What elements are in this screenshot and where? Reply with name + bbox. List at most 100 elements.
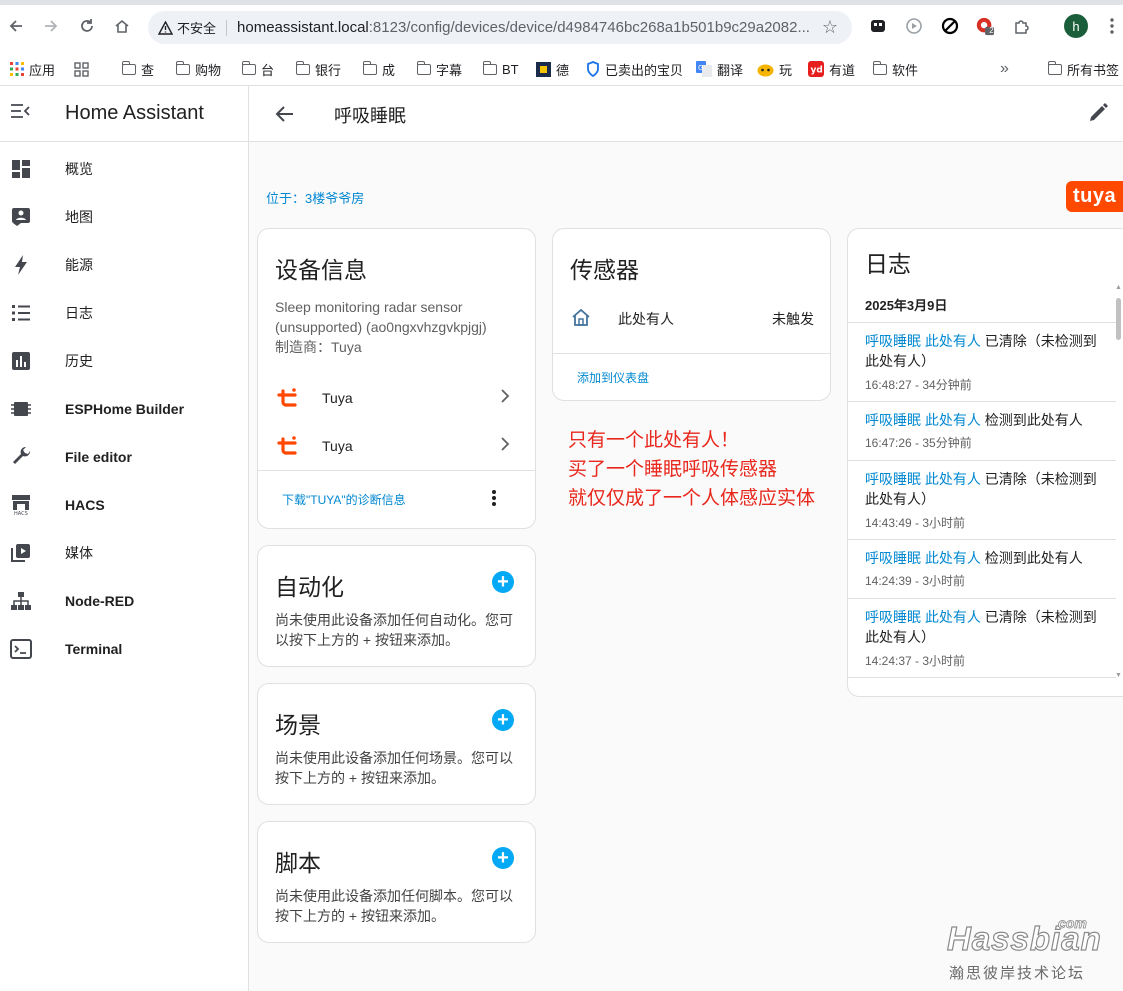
add-automation-button[interactable]: + [492, 571, 514, 593]
tab-groups-icon[interactable] [74, 59, 89, 79]
terminal-icon [10, 638, 32, 660]
sidebar-item-label: 概览 [65, 161, 93, 177]
sidebar-header: Home Assistant [0, 86, 248, 142]
sidebar: Home Assistant 概览 地图 能源 日志 历史 ESPHome Bu… [0, 86, 249, 991]
extension-puzzle-gray-icon[interactable] [904, 16, 924, 36]
more-vertical-icon[interactable] [491, 489, 497, 512]
scroll-up-icon[interactable]: ▲ [1115, 284, 1122, 291]
sidebar-item-label: 日志 [65, 305, 93, 321]
scrollbar-thumb[interactable] [1116, 298, 1121, 340]
sidebar-item-energy[interactable]: 能源 [0, 241, 248, 289]
bookmark-folder[interactable]: 台 [241, 59, 275, 79]
translate-icon: G [696, 61, 712, 77]
bookmark-youdao[interactable]: yd 有道 [808, 59, 855, 79]
sidebar-item-terminal[interactable]: Terminal [0, 625, 248, 673]
dashboard-icon [10, 158, 32, 180]
integration-row-tuya[interactable]: Tuya [258, 374, 534, 422]
logbook-card: 日志 2025年3月9日 呼吸睡眠 此处有人 已清除（未检测到此处有人） 16:… [847, 228, 1123, 697]
bookmark-label: 已卖出的宝贝 [605, 62, 684, 78]
url-text[interactable]: homeassistant.local:8123/config/devices/… [237, 19, 812, 36]
area-link[interactable]: 位于：3楼爷爷房 [266, 188, 364, 207]
integration-row-tuya[interactable]: Tuya [258, 422, 534, 470]
logbook-entity-link[interactable]: 呼吸睡眠 此处有人 [865, 412, 981, 428]
add-script-button[interactable]: + [492, 847, 514, 869]
folder-icon [121, 60, 136, 75]
entity-row-presence[interactable]: 此处有人 未触发 [553, 293, 830, 341]
bookmark-folder[interactable]: 查 [121, 59, 154, 79]
shield-favicon-icon [587, 61, 599, 77]
block-icon[interactable] [940, 16, 960, 36]
automation-empty-text: 尚未使用此设备添加任何自动化。您可以按下上方的 + 按钮来添加。 [275, 612, 513, 648]
address-bar[interactable]: 不安全 homeassistant.local:8123/config/devi… [148, 11, 852, 44]
bookmark-folder[interactable]: 银行 [295, 59, 341, 79]
add-to-dashboard-link[interactable]: 添加到仪表盘 [577, 369, 649, 386]
bookmark-folder[interactable]: 字幕 [416, 59, 463, 79]
bookmark-play[interactable]: 玩 [757, 59, 792, 79]
svg-text:HACS: HACS [14, 511, 28, 516]
sidebar-item-media[interactable]: 媒体 [0, 529, 248, 577]
profile-avatar[interactable]: h [1064, 14, 1088, 38]
logbook-entity-link[interactable]: 呼吸睡眠 此处有人 [865, 609, 981, 625]
bookmark-apps[interactable]: 应用 [10, 59, 55, 79]
script-title: 脚本 [275, 850, 321, 876]
sidebar-item-overview[interactable]: 概览 [0, 145, 248, 193]
scroll-down-icon[interactable]: ▼ [1115, 672, 1122, 679]
bookmark-label: 字幕 [436, 62, 463, 78]
forward-arrow-icon[interactable] [39, 14, 63, 38]
extension-red-icon[interactable]: 2 [975, 16, 995, 36]
browser-menu-icon[interactable] [1102, 16, 1122, 36]
logbook-time: 14:24:39 - 3小时前 [865, 574, 966, 588]
sidebar-item-map[interactable]: 地图 [0, 193, 248, 241]
bookmark-label: 所有书签 [1067, 62, 1120, 78]
list-icon [10, 302, 32, 324]
logbook-entity-link[interactable]: 呼吸睡眠 此处有人 [865, 471, 981, 487]
sidebar-item-file-editor[interactable]: File editor [0, 433, 248, 481]
bookmark-folder[interactable]: 软件 [872, 59, 919, 79]
download-diagnostics-link[interactable]: 下载"TUYA"的诊断信息 [282, 491, 406, 508]
logbook-entry: 呼吸睡眠 此处有人 检测到此处有人 14:24:39 - 3小时前 [848, 540, 1116, 599]
extensions-puzzle-icon[interactable] [1012, 16, 1032, 36]
bookmark-translate[interactable]: G 翻译 [696, 59, 743, 79]
sidebar-item-node-red[interactable]: Node-RED [0, 577, 248, 625]
bookmarks-overflow-button[interactable]: » [1000, 59, 1009, 79]
sidebar-item-esphome[interactable]: ESPHome Builder [0, 385, 248, 433]
bookmark-label: BT [502, 61, 519, 77]
folder-icon [175, 60, 190, 75]
bookmark-label: 成 [382, 62, 396, 78]
chart-icon [10, 350, 32, 372]
logbook-entry-text: 呼吸睡眠 此处有人 检测到此处有人 [865, 548, 1105, 568]
back-arrow-icon[interactable] [273, 102, 297, 131]
logbook-scrollbar[interactable]: ▲ ▼ [1115, 284, 1123, 684]
add-scene-button[interactable]: + [492, 709, 514, 731]
home-icon[interactable] [110, 14, 134, 38]
bookmark-de[interactable]: 德 [536, 59, 569, 79]
sidebar-item-history[interactable]: 历史 [0, 337, 248, 385]
logbook-time: 14:24:37 - 3小时前 [865, 654, 966, 668]
reload-icon[interactable] [75, 14, 99, 38]
folder-icon [416, 60, 431, 75]
page-title: 呼吸睡眠 [334, 106, 406, 126]
logbook-action: 检测到此处有人 [984, 550, 1083, 566]
url-host: homeassistant.local [237, 19, 369, 36]
extension-icon[interactable] [868, 16, 888, 36]
script-card: 脚本 + 尚未使用此设备添加任何脚本。您可以按下上方的 + 按钮来添加。 [257, 821, 536, 943]
logbook-entity-link[interactable]: 呼吸睡眠 此处有人 [865, 550, 981, 566]
bookmark-folder[interactable]: BT [482, 59, 519, 79]
sidebar-item-logbook[interactable]: 日志 [0, 289, 248, 337]
security-indicator[interactable]: 不安全 [158, 18, 216, 37]
folder-icon [482, 60, 497, 75]
bookmark-label: 软件 [892, 62, 919, 78]
edit-pencil-icon[interactable] [1087, 102, 1109, 129]
sidebar-item-hacs[interactable]: HACS HACS [0, 481, 248, 529]
bookmark-folder[interactable]: 成 [362, 59, 396, 79]
logbook-entity-link[interactable]: 呼吸睡眠 此处有人 [865, 333, 981, 349]
menu-collapse-icon[interactable] [10, 103, 50, 124]
bookmark-star-icon[interactable]: ☆ [822, 17, 838, 38]
watermark-suffix: com [1058, 915, 1088, 932]
bookmarks-bar: 应用 查 购物 台 银行 成 字幕 BT 德 已卖出的宝贝 G 翻译 玩 yd … [0, 52, 1123, 86]
bookmark-sold-items[interactable]: 已卖出的宝贝 [586, 59, 683, 79]
bookmark-label: 台 [261, 62, 275, 78]
back-arrow-icon[interactable] [4, 14, 28, 38]
all-bookmarks-folder[interactable]: 所有书签 [1047, 59, 1120, 79]
bookmark-folder[interactable]: 购物 [175, 59, 221, 79]
